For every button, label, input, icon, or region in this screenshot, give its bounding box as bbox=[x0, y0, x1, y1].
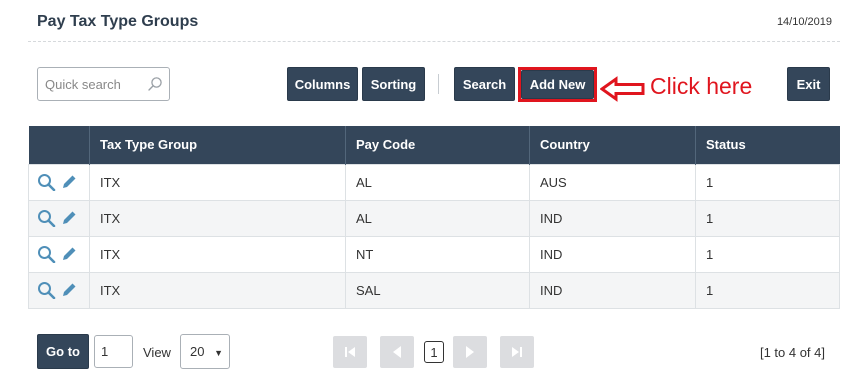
column-header-pay-code[interactable]: Pay Code bbox=[345, 126, 530, 164]
cell-tax-type-group: ITX bbox=[89, 199, 346, 237]
toolbar-divider bbox=[438, 74, 439, 94]
cell-pay-code: NT bbox=[345, 235, 530, 273]
last-page-button[interactable] bbox=[500, 336, 534, 368]
table-row[interactable]: ITX NT IND 1 bbox=[28, 235, 840, 273]
header-divider bbox=[28, 41, 840, 42]
cell-tax-type-group: ITX bbox=[89, 163, 346, 201]
view-label: View bbox=[143, 345, 171, 360]
cell-status: 1 bbox=[695, 271, 840, 309]
first-page-button[interactable] bbox=[333, 336, 367, 368]
table-header-row: Tax Type Group Pay Code Country Status bbox=[28, 126, 840, 164]
pencil-icon[interactable] bbox=[61, 210, 77, 226]
cell-pay-code: SAL bbox=[345, 271, 530, 309]
current-page-indicator: 1 bbox=[424, 341, 444, 363]
row-actions bbox=[28, 163, 90, 201]
quick-search-box[interactable] bbox=[37, 67, 170, 101]
columns-button[interactable]: Columns bbox=[287, 67, 358, 101]
magnifier-icon[interactable] bbox=[37, 245, 57, 263]
first-page-icon bbox=[345, 347, 355, 357]
exit-button[interactable]: Exit bbox=[787, 67, 830, 101]
cell-tax-type-group: ITX bbox=[89, 271, 346, 309]
column-header-country[interactable]: Country bbox=[529, 126, 696, 164]
go-to-button[interactable]: Go to bbox=[37, 334, 89, 369]
magnifier-icon[interactable] bbox=[37, 209, 57, 227]
tax-type-groups-table: Tax Type Group Pay Code Country Status I… bbox=[28, 126, 840, 309]
cell-status: 1 bbox=[695, 163, 840, 201]
row-actions bbox=[28, 271, 90, 309]
page-size-select[interactable]: 20 ▼ bbox=[180, 334, 230, 369]
cell-status: 1 bbox=[695, 235, 840, 273]
column-header-tax-type-group[interactable]: Tax Type Group bbox=[89, 126, 346, 164]
record-count-info: [1 to 4 of 4] bbox=[759, 345, 825, 360]
row-actions bbox=[28, 199, 90, 237]
search-icon[interactable] bbox=[147, 76, 163, 92]
row-actions bbox=[28, 235, 90, 273]
cell-country: AUS bbox=[529, 163, 696, 201]
cell-country: IND bbox=[529, 235, 696, 273]
next-page-icon bbox=[466, 346, 474, 358]
prev-page-icon bbox=[393, 346, 401, 358]
annotation-arrow-icon bbox=[600, 76, 645, 102]
last-page-icon bbox=[512, 347, 522, 357]
annotation-highlight-box bbox=[518, 67, 597, 102]
pencil-icon[interactable] bbox=[61, 174, 77, 190]
page-header: Pay Tax Type Groups 14/10/2019 bbox=[0, 0, 854, 42]
magnifier-icon[interactable] bbox=[37, 281, 57, 299]
column-header-status[interactable]: Status bbox=[695, 126, 840, 164]
sorting-button[interactable]: Sorting bbox=[362, 67, 425, 101]
cell-tax-type-group: ITX bbox=[89, 235, 346, 273]
magnifier-icon[interactable] bbox=[37, 173, 57, 191]
cell-pay-code: AL bbox=[345, 163, 530, 201]
quick-search-input[interactable] bbox=[38, 68, 138, 100]
next-page-button[interactable] bbox=[453, 336, 487, 368]
page-date: 14/10/2019 bbox=[776, 16, 832, 28]
table-row[interactable]: ITX SAL IND 1 bbox=[28, 271, 840, 309]
prev-page-button[interactable] bbox=[380, 336, 414, 368]
pencil-icon[interactable] bbox=[61, 246, 77, 262]
cell-status: 1 bbox=[695, 199, 840, 237]
go-to-page-input[interactable] bbox=[94, 335, 133, 368]
page-title: Pay Tax Type Groups bbox=[37, 13, 199, 30]
table-row[interactable]: ITX AL AUS 1 bbox=[28, 163, 840, 201]
annotation-text: Click here bbox=[650, 73, 753, 99]
pencil-icon[interactable] bbox=[61, 282, 77, 298]
page-size-value: 20 bbox=[190, 344, 205, 359]
caret-down-icon: ▼ bbox=[214, 348, 223, 358]
cell-country: IND bbox=[529, 271, 696, 309]
column-header-actions bbox=[28, 126, 90, 164]
table-row[interactable]: ITX AL IND 1 bbox=[28, 199, 840, 237]
search-button[interactable]: Search bbox=[454, 67, 515, 101]
cell-country: IND bbox=[529, 199, 696, 237]
cell-pay-code: AL bbox=[345, 199, 530, 237]
